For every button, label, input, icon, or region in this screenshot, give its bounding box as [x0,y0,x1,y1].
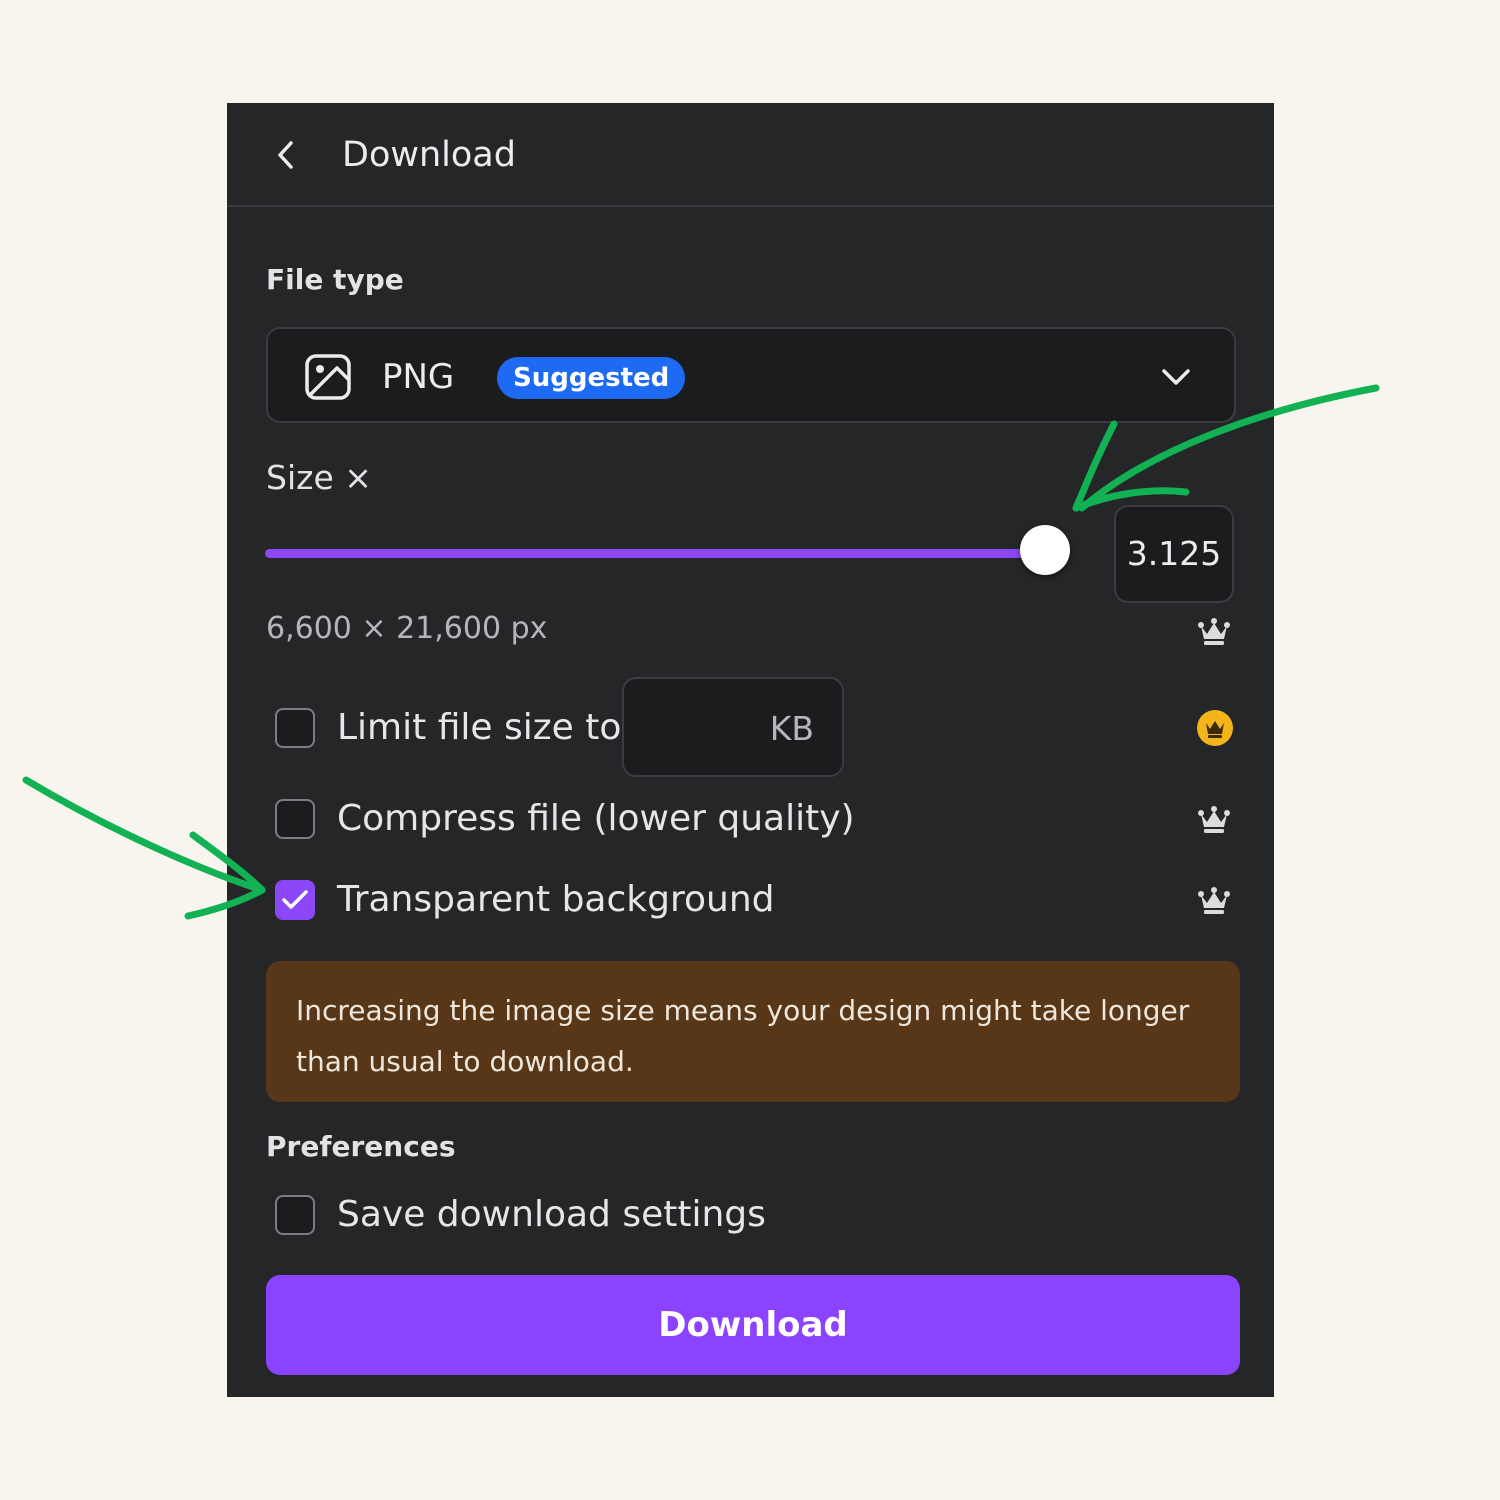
premium-badge [1197,710,1233,746]
size-label: Size × [266,458,372,497]
slider-thumb[interactable] [1020,525,1070,575]
transparent-background-option: Transparent background [275,878,1195,922]
page-title: Download [342,135,516,175]
image-icon [305,354,351,400]
download-button[interactable]: Download [266,1275,1240,1375]
crown-icon [1206,721,1224,738]
size-warning-notice: Increasing the image size means your des… [266,961,1240,1102]
size-value-input[interactable]: 3.125 [1114,505,1234,603]
save-settings-option: Save download settings [275,1193,875,1237]
file-type-dropdown[interactable]: PNG Suggested [266,327,1236,423]
preferences-label: Preferences [266,1130,456,1163]
chevron-down-icon [1162,369,1190,385]
transparent-background-label: Transparent background [337,879,775,920]
crown-icon [1198,806,1230,833]
limit-file-size-option: Limit file size to [275,706,621,750]
save-settings-checkbox[interactable] [275,1195,315,1235]
download-panel: Download File type PNG Suggested Size × … [227,103,1274,1397]
file-type-value: PNG [382,357,455,397]
crown-icon [1198,887,1230,914]
size-slider[interactable] [265,523,1070,583]
kb-unit-label: KB [769,709,814,748]
file-size-limit-input[interactable]: KB [622,677,844,777]
crown-icon [1198,618,1230,645]
output-dimensions: 6,600 × 21,600 px [266,611,548,646]
transparent-background-checkbox[interactable] [275,880,315,920]
limit-file-size-checkbox[interactable] [275,708,315,748]
slider-track [265,549,1047,558]
compress-checkbox[interactable] [275,799,315,839]
back-button[interactable] [267,133,307,177]
limit-file-size-label: Limit file size to [337,707,622,748]
file-type-label: File type [266,263,404,296]
save-settings-label: Save download settings [337,1194,766,1235]
check-icon [282,890,308,909]
compress-option: Compress file (lower quality) [275,797,1195,841]
compress-label: Compress file (lower quality) [337,798,855,839]
chevron-left-icon [278,141,293,169]
suggested-badge: Suggested [497,357,686,399]
panel-header: Download [227,103,1274,207]
